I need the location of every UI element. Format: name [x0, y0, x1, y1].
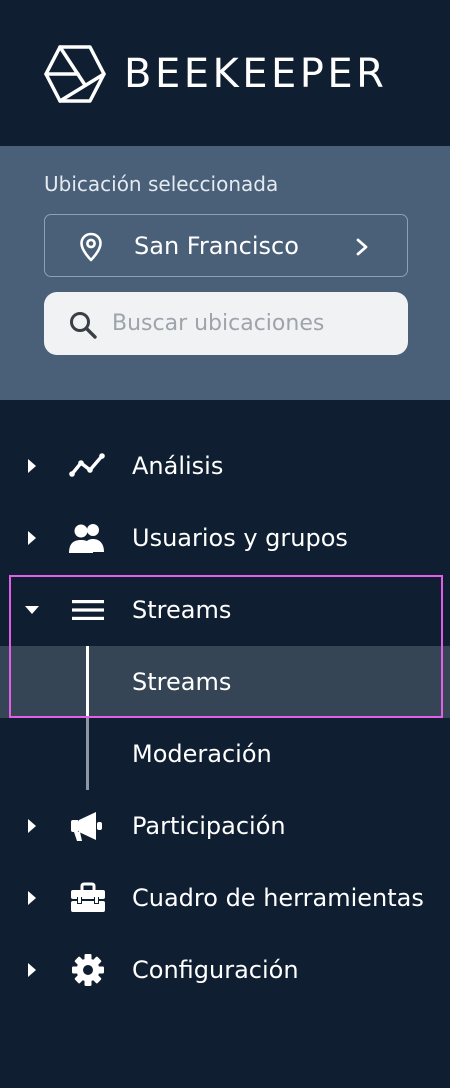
nav-item-analisis[interactable]: Análisis: [0, 430, 450, 502]
nav-item-label: Configuración: [132, 956, 299, 984]
nav-item-participacion[interactable]: Participación: [0, 790, 450, 862]
beekeeper-logo-icon: [44, 45, 106, 103]
sidebar: BEEKEEPER Ubicación seleccionada San Fra…: [0, 0, 450, 1088]
caret-right-icon: [28, 819, 36, 833]
nav-item-label: Cuadro de herramientas: [132, 884, 424, 912]
caret-right-icon: [28, 963, 36, 977]
sub-item-streams[interactable]: Streams: [0, 646, 450, 718]
caret-right-icon: [28, 459, 36, 473]
caret-down-icon: [25, 606, 39, 614]
nav-item-usuarios-y-grupos[interactable]: Usuarios y grupos: [0, 502, 450, 574]
selected-location-name: San Francisco: [134, 232, 299, 260]
menu-lines-icon: [72, 600, 104, 620]
nav-item-cuadro-de-herramientas[interactable]: Cuadro de herramientas: [0, 862, 450, 934]
gear-icon: [72, 954, 104, 986]
sidebar-header: BEEKEEPER: [0, 0, 450, 146]
nav-item-label: Participación: [132, 812, 286, 840]
location-search-input[interactable]: [112, 304, 397, 342]
analytics-line-icon: [69, 453, 105, 477]
chevron-right-icon: [356, 238, 368, 256]
nav-item-label: Streams: [132, 596, 232, 624]
sub-item-label: Streams: [132, 668, 232, 696]
nav-item-label: Análisis: [132, 452, 224, 480]
search-icon: [70, 312, 97, 339]
location-search-box[interactable]: [44, 292, 408, 355]
nav-item-configuracion[interactable]: Configuración: [0, 934, 450, 1006]
sub-item-moderacion[interactable]: Moderación: [0, 718, 450, 790]
toolbox-icon: [71, 882, 105, 912]
location-selector-button[interactable]: San Francisco: [44, 214, 408, 277]
caret-right-icon: [28, 531, 36, 545]
subnav-active-indicator: [86, 646, 89, 718]
users-icon: [69, 524, 104, 553]
sub-item-label: Moderación: [132, 740, 272, 768]
brand-name: BEEKEEPER: [124, 51, 388, 97]
nav-item-streams[interactable]: Streams: [0, 574, 450, 646]
location-label: Ubicación seleccionada: [44, 172, 279, 196]
megaphone-icon: [71, 812, 102, 841]
caret-right-icon: [28, 891, 36, 905]
location-pin-icon: [80, 232, 102, 262]
location-panel: Ubicación seleccionada San Francisco: [0, 146, 450, 400]
nav-item-label: Usuarios y grupos: [132, 524, 348, 552]
